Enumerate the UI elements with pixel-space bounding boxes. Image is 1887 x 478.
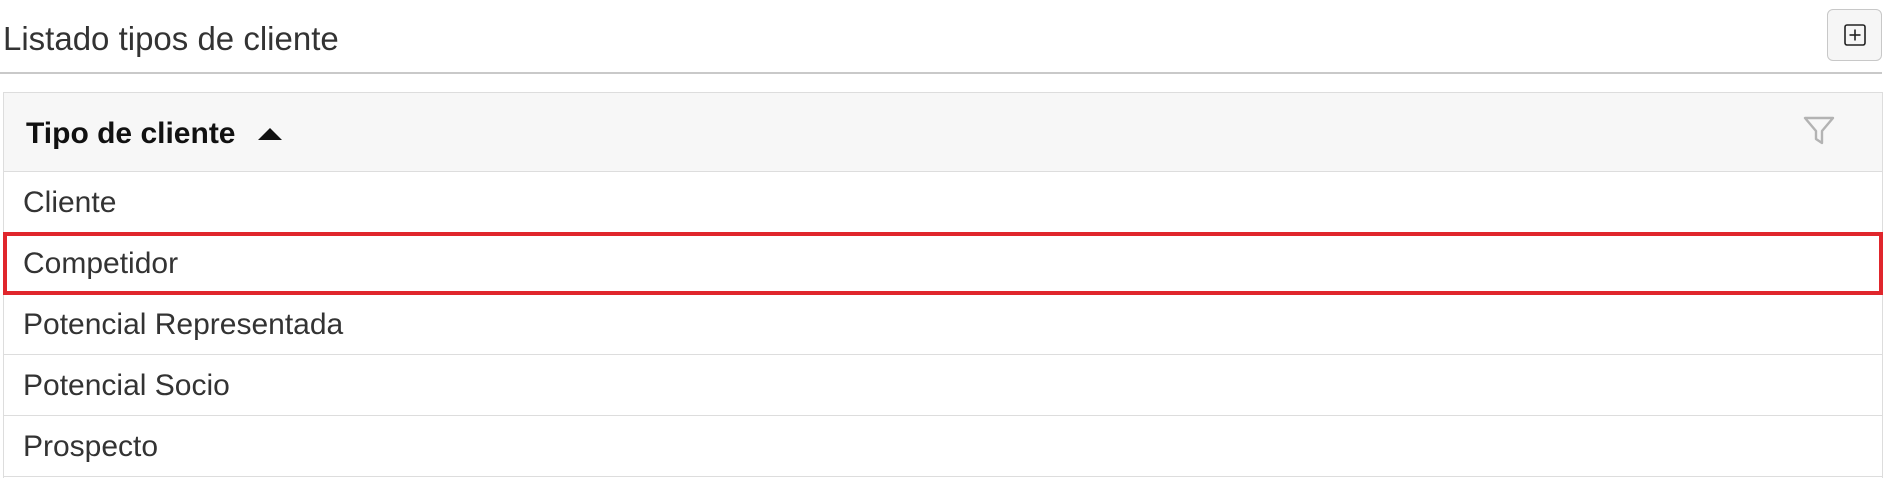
table-row[interactable]: Cliente	[4, 172, 1882, 233]
page-header: Listado tipos de cliente	[0, 0, 1882, 74]
table-row-selected[interactable]: Competidor	[3, 232, 1883, 295]
row-label: Potencial Representada	[23, 308, 344, 341]
column-header-tipo-de-cliente[interactable]: Tipo de cliente	[26, 115, 282, 153]
table-row[interactable]: Potencial Socio	[4, 355, 1882, 416]
table-row[interactable]: Potencial Representada	[4, 294, 1882, 355]
add-button[interactable]	[1827, 9, 1882, 61]
table-row[interactable]: Prospecto	[4, 416, 1882, 477]
row-label: Potencial Socio	[23, 369, 230, 402]
client-types-grid: Tipo de cliente Cliente Competidor Poten…	[3, 92, 1883, 478]
plus-square-icon	[1844, 24, 1866, 46]
row-label: Competidor	[23, 247, 179, 280]
grid-body: Cliente Competidor Potencial Representad…	[3, 172, 1883, 477]
caret-up-icon	[257, 128, 282, 140]
row-label: Cliente	[23, 186, 117, 219]
column-header-label: Tipo de cliente	[26, 117, 236, 150]
grid-header: Tipo de cliente	[4, 93, 1882, 172]
page-title: Listado tipos de cliente	[3, 20, 339, 57]
filter-button[interactable]	[1802, 114, 1836, 148]
row-label: Prospecto	[23, 430, 159, 463]
filter-icon	[1803, 116, 1835, 145]
